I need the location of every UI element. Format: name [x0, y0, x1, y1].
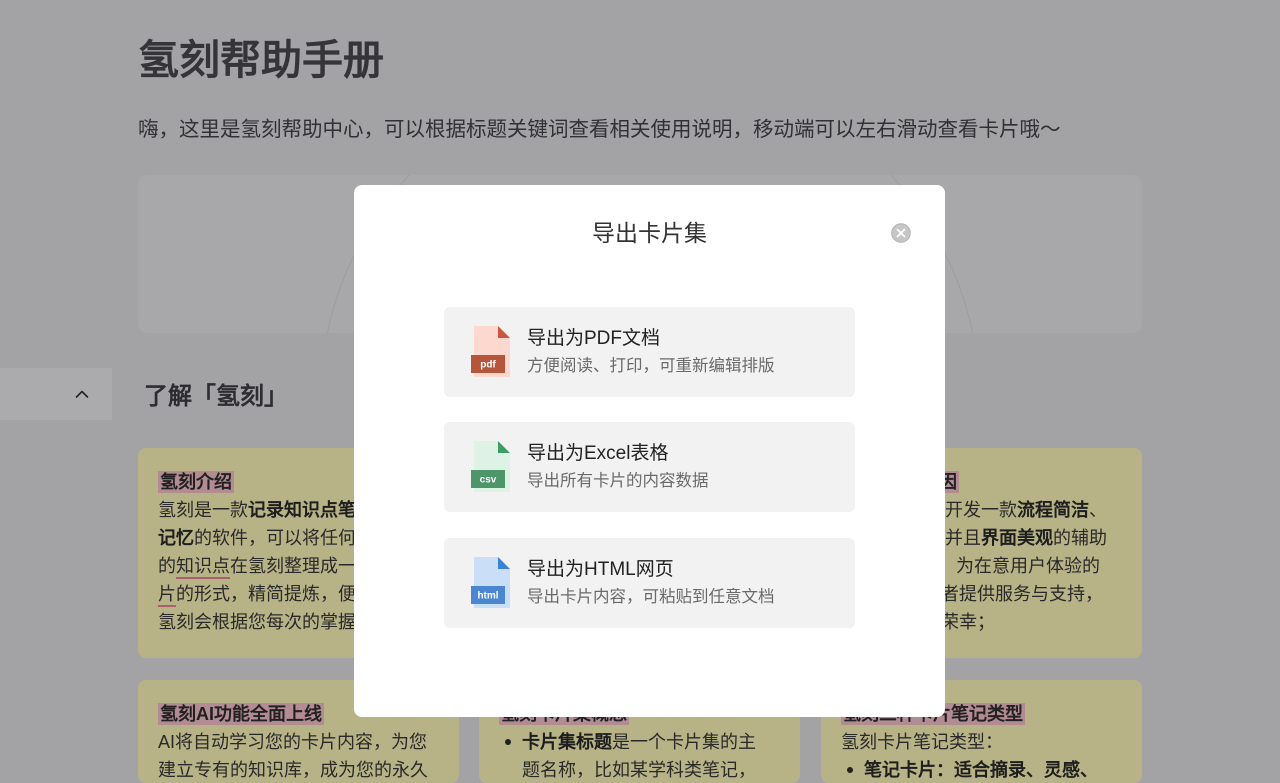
option-title: 导出为PDF文档	[527, 328, 661, 349]
file-label: html	[477, 591, 498, 602]
option-description: 导出卡片内容，可粘贴到任意文档	[527, 588, 775, 606]
option-description: 导出所有卡片的内容数据	[527, 472, 709, 490]
close-icon	[891, 223, 911, 243]
csv-file-icon: csv	[471, 441, 510, 492]
option-title: 导出为HTML网页	[527, 559, 674, 580]
dialog-title: 导出卡片集	[592, 220, 707, 246]
pdf-file-icon: pdf	[471, 326, 510, 377]
file-label: csv	[480, 475, 497, 486]
file-fold	[498, 441, 510, 453]
close-button[interactable]	[891, 223, 911, 243]
html-file-icon: html	[471, 557, 510, 608]
export-pdf-option[interactable]: pdf 导出为PDF文档 方便阅读、打印，可重新编辑排版	[444, 307, 855, 397]
export-html-option[interactable]: html 导出为HTML网页 导出卡片内容，可粘贴到任意文档	[444, 538, 855, 628]
file-label: pdf	[480, 360, 496, 371]
option-description: 方便阅读、打印，可重新编辑排版	[527, 357, 775, 375]
file-fold	[498, 326, 510, 338]
export-dialog: 导出卡片集 pdf 导出为PDF文档 方便阅读、打印，可重新编辑排版 csv 导…	[354, 185, 945, 717]
file-fold	[498, 557, 510, 569]
option-title: 导出为Excel表格	[527, 443, 669, 464]
export-excel-option[interactable]: csv 导出为Excel表格 导出所有卡片的内容数据	[444, 422, 855, 512]
